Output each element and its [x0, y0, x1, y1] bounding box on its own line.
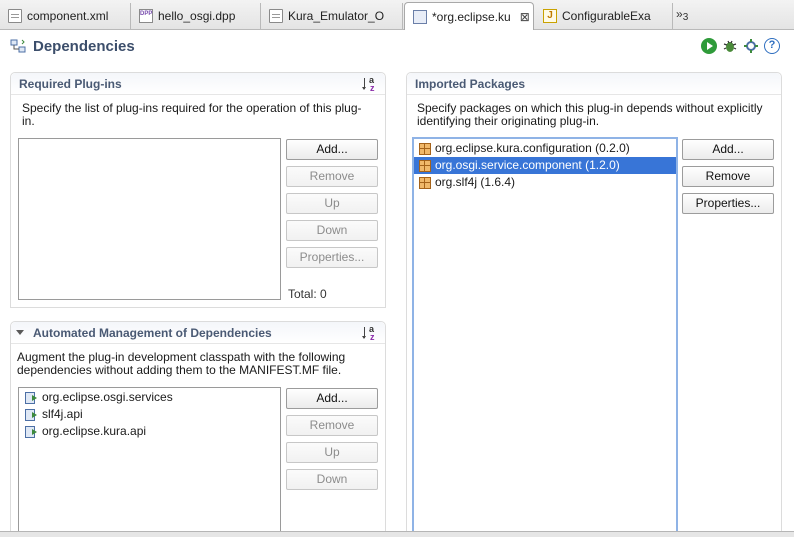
chevron-double-right-icon: »: [676, 7, 683, 21]
tab-kura-emulator[interactable]: Kura_Emulator_O: [261, 3, 403, 29]
imported-properties-button[interactable]: Properties...: [682, 193, 774, 214]
required-properties-button[interactable]: Properties...: [286, 247, 378, 268]
section-title: Required Plug-ins: [19, 77, 122, 91]
automated-up-button[interactable]: Up: [286, 442, 378, 463]
tab-overflow-button[interactable]: » 3: [676, 7, 688, 23]
sort-alphabetical-icon[interactable]: az: [362, 325, 377, 342]
package-icon: [419, 142, 431, 155]
tab-configurable-example[interactable]: J ConfigurableExa: [535, 3, 673, 29]
header-toolbar: ?: [701, 38, 780, 54]
xml-file-icon: [8, 9, 22, 23]
tab-org-eclipse-kura[interactable]: *org.eclipse.ku ⊠: [404, 2, 534, 30]
section-title: Imported Packages: [415, 77, 526, 91]
section-header: Required Plug-ins az: [11, 73, 385, 95]
list-item-label: org.eclipse.osgi.services: [42, 390, 173, 404]
tab-hello-osgi-dpp[interactable]: DPP hello_osgi.dpp: [131, 3, 261, 29]
automated-remove-button[interactable]: Remove: [286, 415, 378, 436]
form-header: Dependencies ?: [0, 30, 794, 62]
editor-tab-bar: component.xml DPP hello_osgi.dpp Kura_Em…: [0, 0, 794, 30]
dependencies-icon: [10, 39, 26, 53]
list-item[interactable]: org.eclipse.kura.api: [19, 423, 280, 440]
tab-label: ConfigurableExa: [562, 9, 651, 23]
help-icon[interactable]: ?: [764, 38, 780, 54]
tab-label: *org.eclipse.ku: [432, 9, 511, 24]
section-header[interactable]: Automated Management of Dependencies az: [11, 322, 385, 344]
editor-page-tabs[interactable]: [0, 531, 794, 537]
list-item-label: org.slf4j (1.6.4): [435, 175, 516, 189]
plugin-icon: [24, 425, 38, 438]
page-title: Dependencies: [33, 38, 135, 55]
run-icon[interactable]: [701, 38, 717, 54]
package-icon: [419, 159, 431, 172]
tab-component-xml[interactable]: component.xml: [0, 3, 131, 29]
required-add-button[interactable]: Add...: [286, 139, 378, 160]
list-item[interactable]: org.osgi.service.component (1.2.0): [414, 157, 676, 174]
plugin-icon: [24, 391, 38, 404]
section-header: Imported Packages: [407, 73, 781, 95]
imported-add-button[interactable]: Add...: [682, 139, 774, 160]
list-item-label: org.eclipse.kura.api: [42, 424, 147, 438]
plugin-manifest-icon: [413, 9, 427, 24]
required-down-button[interactable]: Down: [286, 220, 378, 241]
tab-label: hello_osgi.dpp: [158, 9, 236, 23]
plugin-tools-icon[interactable]: [743, 38, 759, 54]
required-up-button[interactable]: Up: [286, 193, 378, 214]
imported-packages-list[interactable]: org.eclipse.kura.configuration (0.2.0) o…: [412, 137, 678, 536]
list-item[interactable]: org.slf4j (1.6.4): [414, 174, 676, 191]
close-icon[interactable]: ⊠: [520, 10, 530, 24]
required-plugins-list[interactable]: [18, 138, 281, 300]
tab-overflow-count: 3: [682, 12, 689, 23]
collapse-twisty-icon[interactable]: [16, 330, 24, 335]
tab-label: component.xml: [27, 9, 109, 23]
automated-management-description: Augment the plug-in development classpat…: [17, 350, 346, 377]
list-item-label: org.eclipse.kura.configuration (0.2.0): [435, 141, 630, 155]
list-item[interactable]: org.eclipse.osgi.services: [19, 389, 280, 406]
automated-add-button[interactable]: Add...: [286, 388, 378, 409]
list-item-label: slf4j.api: [42, 407, 83, 421]
automated-dependencies-list[interactable]: org.eclipse.osgi.services slf4j.api org.…: [18, 387, 281, 536]
imported-remove-button[interactable]: Remove: [682, 166, 774, 187]
list-item[interactable]: org.eclipse.kura.configuration (0.2.0): [414, 140, 676, 157]
plugin-icon: [24, 408, 38, 421]
list-item-label: org.osgi.service.component (1.2.0): [435, 158, 620, 172]
dpp-file-icon: DPP: [139, 9, 153, 23]
automated-down-button[interactable]: Down: [286, 469, 378, 490]
section-title: Automated Management of Dependencies: [33, 326, 272, 340]
package-icon: [419, 176, 431, 189]
list-item[interactable]: slf4j.api: [19, 406, 280, 423]
tab-label: Kura_Emulator_O: [288, 9, 385, 23]
sort-alphabetical-icon[interactable]: az: [362, 76, 377, 93]
imported-packages-description: Specify packages on which this plug-in d…: [417, 101, 763, 128]
launch-file-icon: [269, 9, 283, 23]
java-file-icon: J: [543, 9, 557, 23]
debug-icon[interactable]: [722, 38, 738, 54]
required-remove-button[interactable]: Remove: [286, 166, 378, 187]
required-plugins-total: Total: 0: [288, 287, 327, 301]
required-plugins-description: Specify the list of plug-ins required fo…: [22, 101, 362, 128]
